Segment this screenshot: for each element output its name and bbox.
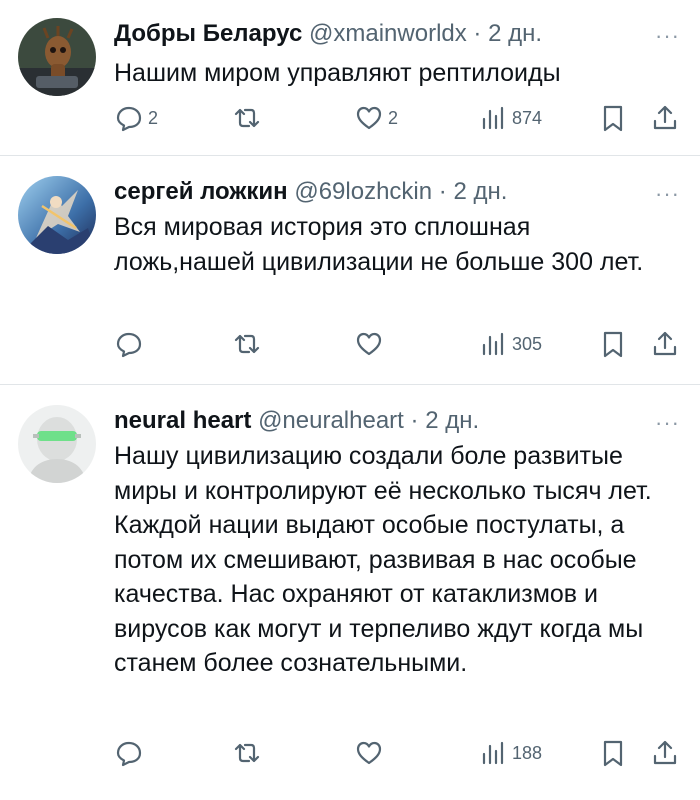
heart-icon <box>356 332 382 356</box>
more-options-icon[interactable]: ··· <box>655 25 680 47</box>
views-icon <box>482 332 504 356</box>
share-button[interactable] <box>650 98 680 138</box>
view-count: 874 <box>512 107 543 128</box>
like-button[interactable] <box>354 324 388 364</box>
more-options-icon[interactable]: ··· <box>655 412 680 434</box>
timestamp[interactable]: 2 дн. <box>425 407 479 434</box>
reply-icon <box>116 106 142 132</box>
retweet-button[interactable] <box>232 98 266 138</box>
views-button[interactable]: 305 <box>478 324 542 364</box>
share-icon <box>653 740 677 765</box>
tweet-header: сергей ложкин @69lozhckin · 2 дн. <box>114 178 507 206</box>
retweet-icon <box>234 743 260 763</box>
retweet-icon <box>234 108 260 128</box>
like-count: 2 <box>388 107 399 128</box>
views-icon <box>482 741 504 765</box>
bookmark-button[interactable] <box>598 324 628 364</box>
fantasy-warrior-avatar-icon <box>18 176 96 254</box>
tweet-header: neural heart @neuralheart · 2 дн. <box>114 407 479 435</box>
heart-icon <box>356 106 382 130</box>
tweet-text: Вся мировая история это сплошная ложь,на… <box>114 213 644 276</box>
separator-dot: · <box>410 407 419 434</box>
retweet-button[interactable] <box>232 324 266 364</box>
reply-button[interactable] <box>114 324 148 364</box>
reply-icon <box>116 741 142 767</box>
bookmark-button[interactable] <box>598 98 628 138</box>
separator-dot: · <box>438 178 447 205</box>
avatar[interactable] <box>18 405 96 483</box>
tweet[interactable]: сергей ложкин @69lozhckin · 2 дн. ··· Вс… <box>0 156 700 384</box>
views-button[interactable]: 188 <box>478 733 542 773</box>
action-bar: 188 <box>0 733 700 773</box>
avatar[interactable] <box>18 18 96 96</box>
action-bar: 305 <box>0 324 700 364</box>
retweet-button[interactable] <box>232 733 266 773</box>
share-button[interactable] <box>650 733 680 773</box>
tweet-text: Нашим миром управляют рептилоиды <box>114 59 561 87</box>
like-button[interactable]: 2 <box>354 98 398 138</box>
view-count: 305 <box>512 333 543 354</box>
display-name[interactable]: neural heart <box>114 407 251 434</box>
share-icon <box>653 105 677 130</box>
bookmark-icon <box>603 331 623 358</box>
separator-dot: · <box>473 20 482 47</box>
tweet[interactable]: neural heart @neuralheart · 2 дн. ··· На… <box>0 385 700 800</box>
like-button[interactable] <box>354 733 388 773</box>
display-name[interactable]: сергей ложкин <box>114 178 288 205</box>
avatar[interactable] <box>18 176 96 254</box>
display-name[interactable]: Добры Беларус <box>114 20 302 47</box>
reply-count: 2 <box>148 107 159 128</box>
timestamp[interactable]: 2 дн. <box>488 20 542 47</box>
views-button[interactable]: 874 <box>478 98 542 138</box>
tweet-text: Нашу цивилизацию создали боле развитые м… <box>114 442 652 677</box>
view-count: 188 <box>512 742 543 763</box>
bookmark-button[interactable] <box>598 733 628 773</box>
heart-icon <box>356 741 382 765</box>
reply-button[interactable]: 2 <box>114 98 158 138</box>
user-handle[interactable]: @69lozhckin <box>294 178 432 205</box>
share-icon <box>653 331 677 356</box>
views-icon <box>482 106 504 130</box>
tweet-header: Добры Беларус @xmainworldx · 2 дн. <box>114 20 542 48</box>
robot-visor-avatar-icon <box>18 405 96 483</box>
more-options-icon[interactable]: ··· <box>655 183 680 205</box>
tweet[interactable]: Добры Беларус @xmainworldx · 2 дн. ··· Н… <box>0 0 700 155</box>
reply-icon <box>116 332 142 358</box>
reply-button[interactable] <box>114 733 148 773</box>
action-bar: 2 2 874 <box>0 98 700 138</box>
retweet-icon <box>234 334 260 354</box>
user-handle[interactable]: @xmainworldx <box>309 20 467 47</box>
bookmark-icon <box>603 105 623 132</box>
groot-avatar-icon <box>18 18 96 96</box>
timestamp[interactable]: 2 дн. <box>453 178 507 205</box>
user-handle[interactable]: @neuralheart <box>258 407 404 434</box>
share-button[interactable] <box>650 324 680 364</box>
bookmark-icon <box>603 740 623 767</box>
